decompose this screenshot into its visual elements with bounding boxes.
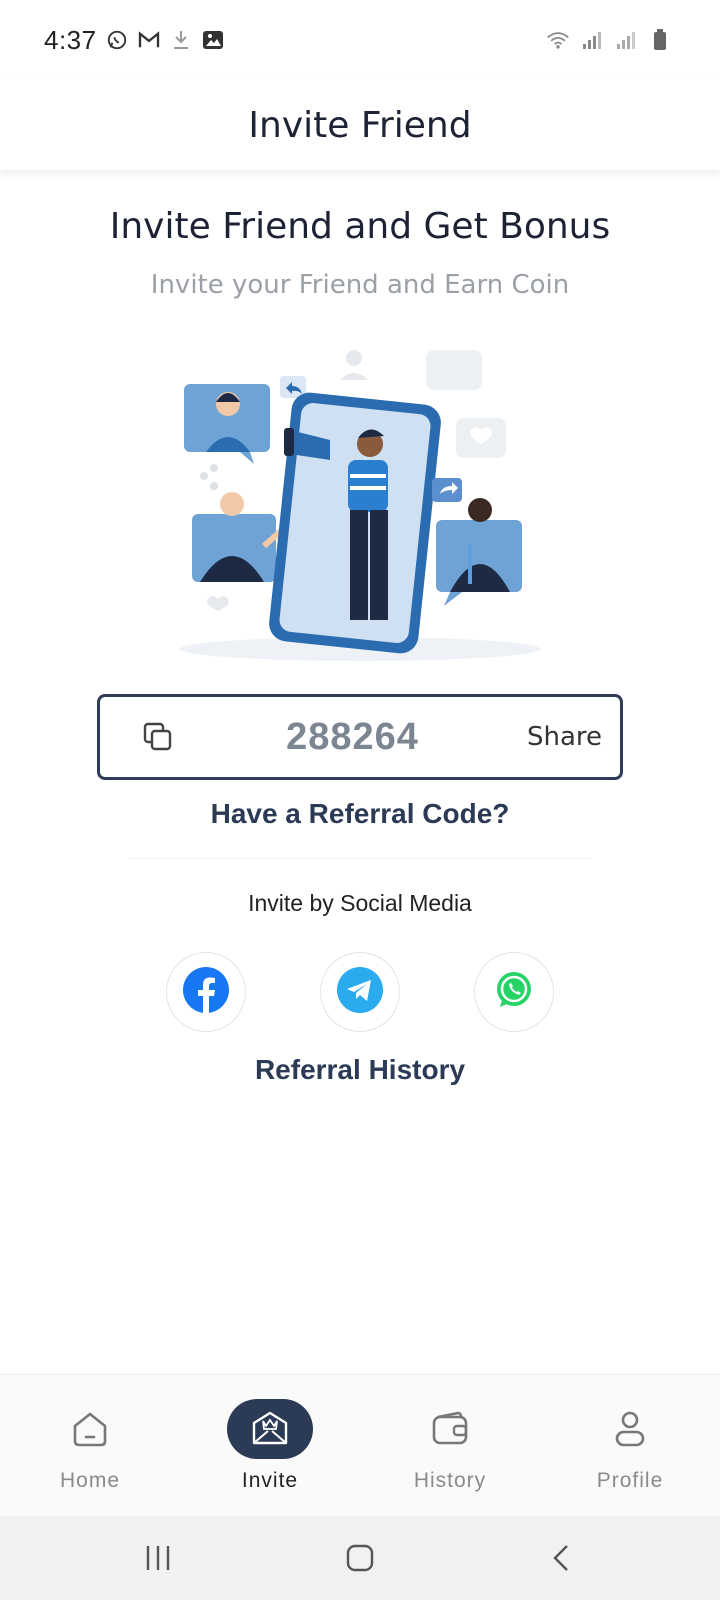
nav-profile[interactable]: Profile (540, 1375, 720, 1517)
nav-history[interactable]: History (360, 1375, 540, 1517)
divider (128, 858, 592, 859)
whatsapp-button[interactable] (474, 952, 554, 1032)
app-bar: Invite Friend (0, 80, 720, 171)
signal-icon (614, 28, 638, 52)
nav-profile-label: Profile (596, 1469, 664, 1492)
status-bar: 4:37 (0, 0, 720, 80)
hero-title: Invite Friend and Get Bonus (109, 206, 611, 247)
social-title: Invite by Social Media (248, 890, 472, 916)
referral-code: 288264 (286, 715, 419, 758)
home-icon (47, 1399, 133, 1459)
copy-icon[interactable] (138, 717, 178, 757)
share-button[interactable]: Share (527, 722, 602, 752)
nav-home-label: Home (59, 1469, 121, 1492)
status-right (546, 28, 672, 52)
nav-invite[interactable]: Invite (180, 1375, 360, 1517)
telegram-button[interactable] (320, 952, 400, 1032)
referral-history-link[interactable]: Referral History (0, 1054, 720, 1086)
telegram-icon (337, 966, 383, 1018)
nav-history-label: History (413, 1469, 487, 1492)
bottom-nav: Home Invite History Profile (0, 1374, 720, 1517)
page-title: Invite Friend (248, 104, 472, 146)
facebook-icon (183, 966, 229, 1018)
invite-icon (227, 1399, 313, 1459)
battery-icon (648, 28, 672, 52)
profile-icon (587, 1399, 673, 1459)
status-time: 4:37 (44, 24, 97, 55)
signal-icon (580, 28, 604, 52)
facebook-button[interactable] (166, 952, 246, 1032)
have-referral-code-link[interactable]: Have a Referral Code? (0, 798, 720, 830)
whatsapp-icon (105, 28, 129, 52)
back-icon[interactable] (540, 1536, 584, 1580)
invite-illustration (170, 344, 550, 674)
wallet-icon (407, 1399, 493, 1459)
status-left: 4:37 (44, 25, 225, 56)
referral-code-box: 288264 Share (97, 694, 623, 780)
wifi-icon (546, 28, 570, 52)
whatsapp-icon (491, 967, 537, 1018)
nav-home[interactable]: Home (0, 1375, 180, 1517)
gmail-icon (137, 28, 161, 52)
home-button-icon[interactable] (338, 1536, 382, 1580)
hero-subtitle: Invite your Friend and Earn Coin (150, 270, 570, 300)
download-icon (169, 28, 193, 52)
recent-apps-icon[interactable] (136, 1536, 180, 1580)
system-nav-bar (0, 1516, 720, 1600)
nav-invite-label: Invite (241, 1469, 299, 1492)
image-icon (201, 28, 225, 52)
